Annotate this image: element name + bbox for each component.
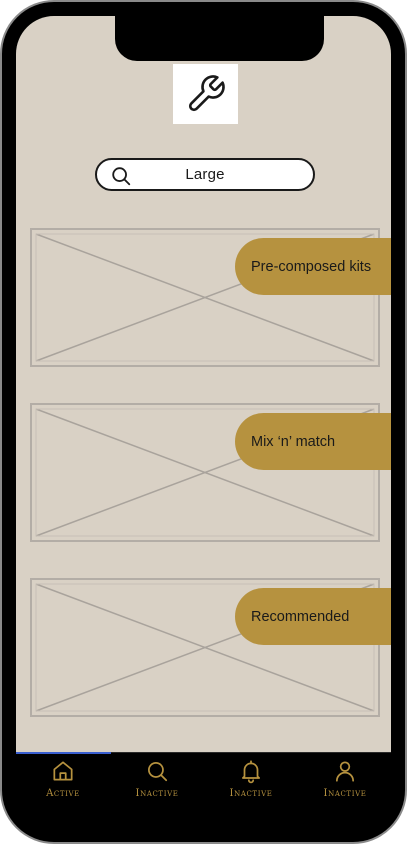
device-notch <box>115 16 324 61</box>
card-label-mix-match[interactable]: Mix ‘n’ match <box>235 413 391 470</box>
phone-frame: Large Pre-composed kits Mix ‘n’ match Re… <box>0 0 407 844</box>
tab-label: Inactive <box>323 788 367 799</box>
active-tab-indicator <box>16 752 111 754</box>
tab-search[interactable]: Inactive <box>110 758 204 808</box>
tab-home[interactable]: Active <box>16 758 110 808</box>
bottom-tab-bar: Active Inactive Inactive Inactive <box>16 752 391 812</box>
tab-label: Inactive <box>229 788 273 799</box>
bell-icon <box>242 760 260 784</box>
tab-notifications[interactable]: Inactive <box>204 758 298 808</box>
app-screen: Large Pre-composed kits Mix ‘n’ match Re… <box>16 16 391 752</box>
home-icon <box>53 761 73 781</box>
card-label-text: Recommended <box>251 608 350 625</box>
search-icon <box>148 762 168 782</box>
app-logo <box>173 64 238 124</box>
tab-label: Inactive <box>135 788 179 799</box>
card-label-text: Pre-composed kits <box>251 258 372 275</box>
wrench-icon <box>188 75 225 112</box>
card-label-recommended[interactable]: Recommended <box>235 588 391 645</box>
tab-profile[interactable]: Inactive <box>298 758 392 808</box>
user-icon <box>336 761 354 782</box>
search-bar[interactable]: Large <box>95 158 315 191</box>
tab-label: Active <box>46 788 80 799</box>
card-label-precomposed[interactable]: Pre-composed kits <box>235 238 391 295</box>
search-icon <box>112 167 131 186</box>
card-label-text: Mix ‘n’ match <box>251 433 336 450</box>
